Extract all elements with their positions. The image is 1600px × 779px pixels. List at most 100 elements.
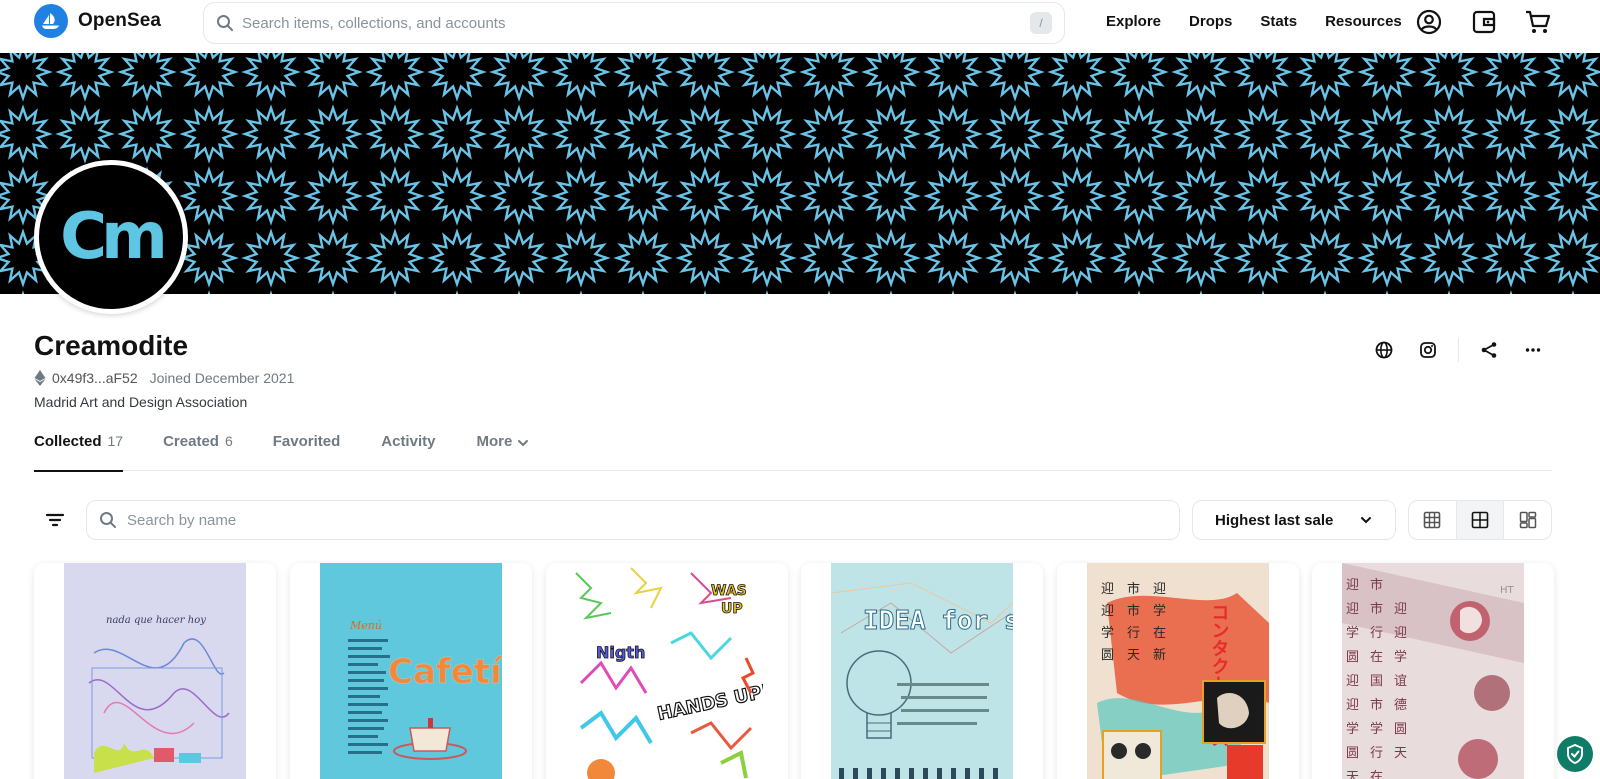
svg-text:迎: 迎 (1346, 674, 1359, 689)
profile-actions (1370, 336, 1547, 364)
tab-created[interactable]: Created 6 (163, 430, 233, 471)
share-icon[interactable] (1475, 336, 1503, 364)
nft-card[interactable]: IDEA for sale (801, 563, 1043, 779)
nav-drops[interactable]: Drops (1189, 13, 1232, 30)
search-icon (217, 15, 233, 31)
svg-text:国: 国 (1370, 674, 1383, 689)
joined-date: Joined December 2021 (149, 370, 295, 386)
mosaic-icon (1519, 511, 1536, 529)
nft-image: IDEA for sale (831, 563, 1013, 779)
svg-text:新: 新 (1153, 647, 1166, 663)
svg-text:迎: 迎 (1346, 578, 1359, 593)
sort-label: Highest last sale (1215, 511, 1334, 529)
svg-text:学: 学 (1370, 721, 1383, 737)
svg-text:在: 在 (1370, 650, 1383, 665)
tab-label: Collected (34, 433, 102, 450)
svg-text:行: 行 (1370, 626, 1383, 641)
filter-icon (45, 513, 65, 527)
svg-text:天: 天 (1394, 746, 1407, 761)
medium-grid-view-button[interactable] (1456, 501, 1505, 539)
svg-text:HT: HT (1500, 585, 1515, 596)
svg-text:学: 学 (1153, 603, 1166, 619)
item-search-input[interactable]: Search by name (86, 500, 1180, 540)
globe-icon[interactable] (1370, 336, 1398, 364)
avatar-logo: Cm (60, 200, 168, 274)
tab-label: Created (163, 433, 219, 450)
tab-activity[interactable]: Activity (381, 430, 435, 471)
cart-icon[interactable] (1524, 8, 1552, 36)
svg-text:迎: 迎 (1346, 602, 1359, 617)
artwork-caption: IDEA for sale (863, 606, 1013, 636)
chevron-down-icon (1361, 517, 1371, 524)
tab-label: More (476, 433, 513, 450)
sort-dropdown[interactable]: Highest last sale (1192, 500, 1396, 540)
main-nav: Explore Drops Stats Resources (1106, 0, 1402, 42)
artwork-caption: Cafetín (388, 652, 502, 692)
svg-text:市: 市 (1370, 697, 1383, 713)
ethereum-icon (34, 370, 46, 386)
svg-text:UP: UP (721, 601, 743, 617)
svg-text:圆: 圆 (1346, 746, 1359, 761)
nft-card[interactable]: WAS UP Nigth HANDS UP! (546, 563, 788, 779)
svg-text:迎: 迎 (1394, 626, 1407, 641)
tab-more[interactable]: More (476, 430, 530, 471)
nav-stats[interactable]: Stats (1260, 13, 1297, 30)
brand-name: OpenSea (78, 10, 162, 31)
svg-text:迎: 迎 (1153, 582, 1166, 597)
svg-text:天: 天 (1346, 770, 1359, 779)
mosaic-view-button[interactable] (1504, 501, 1551, 539)
svg-text:谊: 谊 (1394, 674, 1407, 689)
large-grid-view-button[interactable] (1409, 501, 1457, 539)
profile-bio: Madrid Art and Design Association (34, 394, 248, 410)
account-icon[interactable] (1415, 8, 1443, 36)
wallet-icon[interactable] (1470, 8, 1498, 36)
tab-count: 6 (224, 433, 233, 449)
nav-explore[interactable]: Explore (1106, 13, 1161, 30)
svg-text:Menú: Menú (349, 619, 382, 632)
view-mode-toggle (1408, 500, 1552, 540)
search-icon (100, 512, 116, 528)
nav-resources[interactable]: Resources (1325, 13, 1402, 30)
opensea-logo[interactable]: OpenSea (34, 4, 161, 38)
global-search-input[interactable]: Search items, collections, and accounts … (203, 2, 1065, 44)
svg-text:迎: 迎 (1394, 602, 1407, 617)
nft-card[interactable]: 迎迎学圆迎迎学圆天 市市行在国市学行在 迎迎学谊德圆天 HT (1312, 563, 1554, 779)
grid-medium-icon (1471, 511, 1489, 529)
more-icon[interactable] (1519, 336, 1547, 364)
svg-text:天: 天 (1127, 648, 1140, 663)
tab-label: Activity (381, 433, 436, 450)
svg-text:德: 德 (1394, 698, 1407, 713)
tab-count: 17 (107, 433, 124, 449)
instagram-icon[interactable] (1414, 336, 1442, 364)
wallet-address[interactable]: 0x49f3...aF52 (52, 370, 138, 386)
nft-image: Menú Cafetín (320, 563, 502, 779)
profile-meta: 0x49f3...aF52 Joined December 2021 (34, 370, 294, 386)
profile-banner (0, 53, 1600, 294)
svg-text:迎: 迎 (1346, 698, 1359, 713)
svg-text:市: 市 (1127, 581, 1140, 597)
tab-favorited[interactable]: Favorited (273, 430, 341, 471)
svg-text:行: 行 (1127, 626, 1140, 641)
svg-text:迎: 迎 (1101, 582, 1114, 597)
nft-image: nada que hacer hoy (64, 563, 246, 779)
artwork-caption: nada que hacer hoy (106, 615, 206, 626)
profile-avatar: Cm (34, 160, 188, 314)
nft-card[interactable]: nada que hacer hoy (34, 563, 276, 779)
search-placeholder: Search by name (127, 511, 237, 529)
profile-tabs: Collected 17 Created 6 Favorited Activity … (34, 430, 1552, 472)
nft-image: 迎迎学圆迎迎学圆天 市市行在国市学行在 迎迎学谊德圆天 HT (1342, 563, 1524, 779)
tab-collected[interactable]: Collected 17 (34, 430, 124, 472)
search-shortcut-key: / (1030, 12, 1052, 34)
search-placeholder: Search items, collections, and accounts (242, 14, 506, 32)
filter-toggle-button[interactable] (34, 500, 76, 540)
grid-large-icon (1424, 511, 1441, 529)
svg-text:迎: 迎 (1101, 604, 1114, 619)
opensea-logo-icon (34, 4, 68, 38)
tab-label: Favorited (272, 433, 341, 450)
security-shield-button[interactable] (1557, 736, 1593, 772)
chevron-down-icon (518, 440, 529, 447)
svg-text:市: 市 (1370, 577, 1383, 593)
svg-text:行: 行 (1370, 746, 1383, 761)
nft-card[interactable]: Menú Cafetín (290, 563, 532, 779)
nft-card[interactable]: 迎迎学圆 市市行天 迎学在新 コンタクトレンズ (1057, 563, 1299, 779)
